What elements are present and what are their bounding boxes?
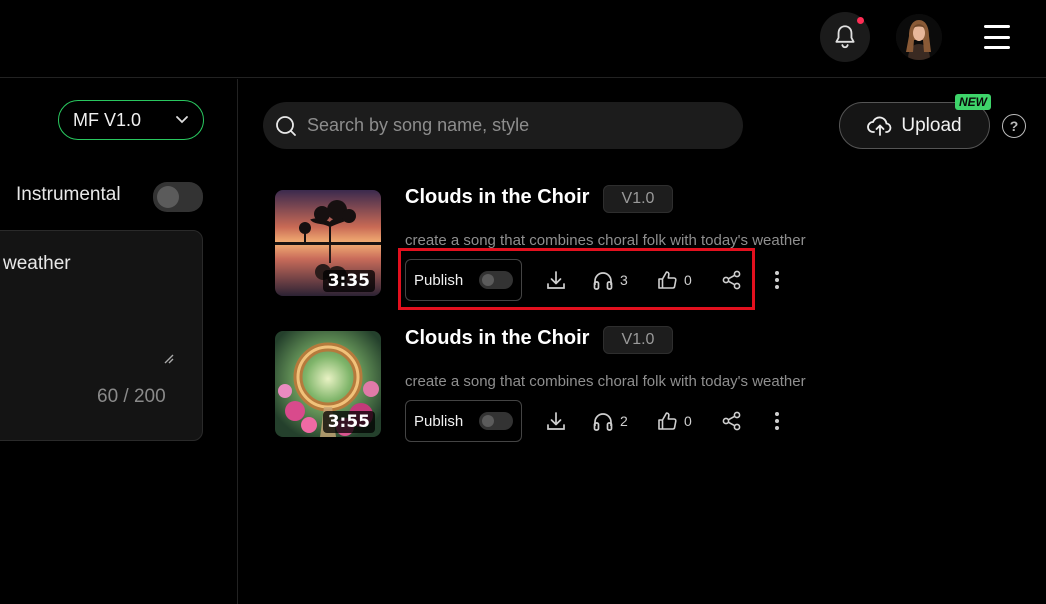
resize-handle-icon[interactable] xyxy=(163,353,175,365)
headphones-icon xyxy=(593,413,613,431)
download-icon xyxy=(547,412,565,430)
model-select-value: MF V1.0 xyxy=(73,109,142,130)
menu-button[interactable] xyxy=(982,22,1012,52)
version-badge: V1.0 xyxy=(603,326,673,354)
search-bar[interactable] xyxy=(263,102,743,149)
hamburger-icon xyxy=(984,25,1010,28)
help-button[interactable]: ? xyxy=(1002,114,1026,138)
share-icon xyxy=(722,411,741,431)
top-bar xyxy=(0,0,1046,78)
avatar-image xyxy=(896,14,942,60)
cloud-upload-icon xyxy=(867,116,892,136)
share-button[interactable] xyxy=(721,400,743,442)
search-input[interactable] xyxy=(307,115,707,136)
instrumental-label: Instrumental xyxy=(16,184,121,205)
publish-toggle[interactable] xyxy=(479,412,513,430)
more-vertical-icon xyxy=(775,412,779,430)
song-description: create a song that combines choral folk … xyxy=(405,373,806,390)
download-button[interactable] xyxy=(545,400,567,442)
chevron-down-icon xyxy=(176,116,188,124)
more-options-button[interactable] xyxy=(773,259,781,301)
char-counter: 60 / 200 xyxy=(97,386,166,407)
song-title[interactable]: Clouds in the Choir xyxy=(405,327,589,350)
lyrics-textarea[interactable]: weather 60 / 200 xyxy=(0,230,203,441)
song-card[interactable]: 3:55 Clouds in the Choir V1.0 create a s… xyxy=(275,326,1015,442)
song-description: create a song that combines choral folk … xyxy=(405,232,806,249)
toggle-knob xyxy=(482,415,494,427)
plays-value: 2 xyxy=(620,413,628,429)
upload-label: Upload xyxy=(901,114,962,136)
new-badge: NEW xyxy=(955,94,991,110)
publish-control[interactable]: Publish xyxy=(405,400,522,442)
instrumental-toggle[interactable] xyxy=(153,182,203,212)
version-badge: V1.0 xyxy=(603,185,673,213)
thumbs-up-icon xyxy=(658,412,677,430)
publish-label: Publish xyxy=(414,412,464,430)
duration-badge: 3:55 xyxy=(322,411,375,433)
like-button[interactable]: 0 xyxy=(656,400,692,442)
avatar[interactable] xyxy=(896,14,942,60)
notification-button[interactable] xyxy=(820,12,870,62)
search-icon xyxy=(276,115,296,136)
song-title[interactable]: Clouds in the Choir xyxy=(405,186,589,209)
plays-count: 2 xyxy=(592,400,628,442)
song-thumbnail[interactable]: 3:35 xyxy=(275,190,381,296)
help-icon: ? xyxy=(1009,118,1019,134)
lyrics-text: weather xyxy=(3,253,71,274)
duration-badge: 3:35 xyxy=(322,270,375,292)
highlight-box xyxy=(398,248,755,310)
more-options-button[interactable] xyxy=(773,400,781,442)
model-select[interactable]: MF V1.0 xyxy=(58,100,204,140)
create-panel: MF V1.0 Instrumental weather 60 / 200 xyxy=(0,79,238,604)
toggle-knob xyxy=(157,186,179,208)
notification-dot xyxy=(857,17,864,24)
song-thumbnail[interactable]: 3:55 xyxy=(275,331,381,437)
likes-value: 0 xyxy=(684,413,692,429)
bell-icon xyxy=(835,25,855,49)
more-vertical-icon xyxy=(775,271,779,289)
